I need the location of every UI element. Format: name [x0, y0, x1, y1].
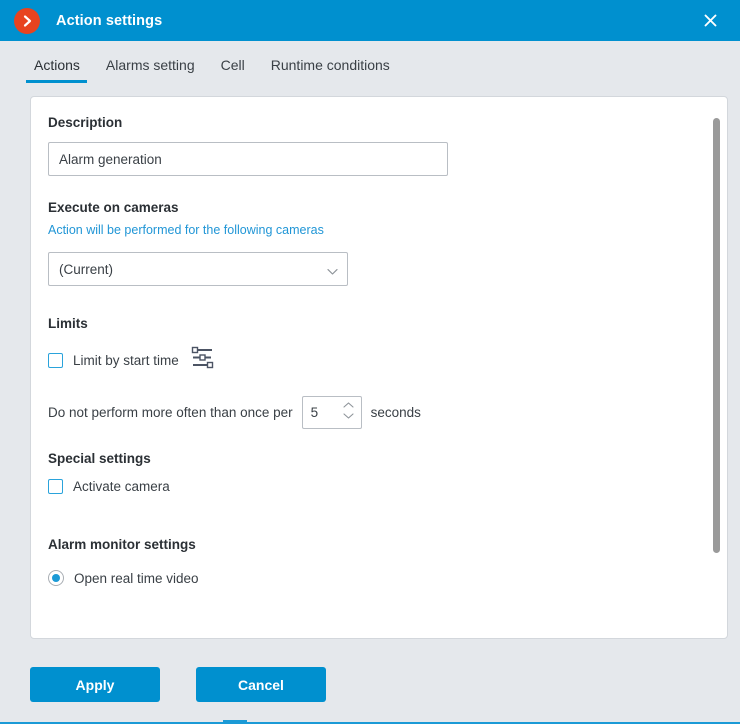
execute-on-cameras-hint[interactable]: Action will be performed for the followi… — [48, 223, 703, 237]
cameras-select-value: (Current) — [59, 261, 114, 277]
settings-scrollbar[interactable] — [711, 100, 722, 637]
tab-bar: Actions Alarms setting Cell Runtime cond… — [0, 41, 740, 88]
cameras-select[interactable]: (Current) — [48, 252, 348, 286]
tab-actions-label: Actions — [34, 57, 80, 73]
throttle-prefix-label: Do not perform more often than once per — [48, 405, 293, 420]
radio-selected-dot — [52, 574, 60, 582]
open-real-time-video-row: Open real time video — [48, 570, 703, 586]
title-bar: Action settings — [0, 0, 740, 41]
window-title: Action settings — [56, 12, 163, 29]
tab-alarms-setting-label: Alarms setting — [105, 57, 195, 73]
chevron-up-icon — [343, 402, 354, 408]
open-real-time-video-label: Open real time video — [74, 570, 199, 586]
tab-actions[interactable]: Actions — [26, 41, 88, 85]
activate-camera-row: Activate camera — [48, 479, 703, 494]
settings-panel: Description Execute on cameras Action wi… — [30, 96, 728, 639]
close-icon[interactable] — [690, 0, 730, 41]
description-heading: Description — [48, 115, 123, 130]
scrollbar-thumb[interactable] — [713, 118, 720, 553]
throttle-seconds-stepper[interactable]: 5 — [301, 396, 362, 429]
alarm-monitor-settings-heading: Alarm monitor settings — [48, 537, 196, 552]
open-real-time-video-radio[interactable] — [48, 570, 64, 586]
throttle-suffix-label: seconds — [370, 405, 421, 420]
bottom-accent-notch — [223, 720, 247, 722]
execute-on-cameras-heading: Execute on cameras — [48, 200, 179, 215]
special-settings-heading: Special settings — [48, 451, 151, 466]
stepper-arrows[interactable] — [343, 402, 354, 419]
activate-camera-checkbox[interactable] — [48, 479, 63, 494]
tab-cell-label: Cell — [220, 57, 245, 73]
tab-runtime-conditions[interactable]: Runtime conditions — [263, 41, 398, 85]
chevron-down-icon — [343, 413, 354, 419]
limit-by-start-time-row: Limit by start time — [48, 346, 703, 374]
tab-runtime-conditions-label: Runtime conditions — [270, 57, 390, 73]
tab-cell[interactable]: Cell — [213, 41, 253, 85]
sliders-icon[interactable] — [191, 346, 215, 374]
cameras-select-box[interactable]: (Current) — [48, 252, 348, 286]
description-input[interactable] — [48, 142, 448, 176]
throttle-seconds-value: 5 — [310, 405, 319, 420]
cancel-button[interactable]: Cancel — [196, 667, 326, 702]
apply-button[interactable]: Apply — [30, 667, 160, 702]
chevron-right-circle-icon — [14, 7, 40, 34]
throttle-row: Do not perform more often than once per … — [48, 396, 703, 429]
activate-camera-label: Activate camera — [73, 479, 170, 494]
limits-heading: Limits — [48, 316, 88, 331]
settings-form: Description Execute on cameras Action wi… — [31, 97, 727, 638]
tab-alarms-setting[interactable]: Alarms setting — [98, 41, 203, 85]
limit-by-start-time-label: Limit by start time — [73, 352, 179, 368]
limit-by-start-time-checkbox[interactable] — [48, 352, 63, 368]
